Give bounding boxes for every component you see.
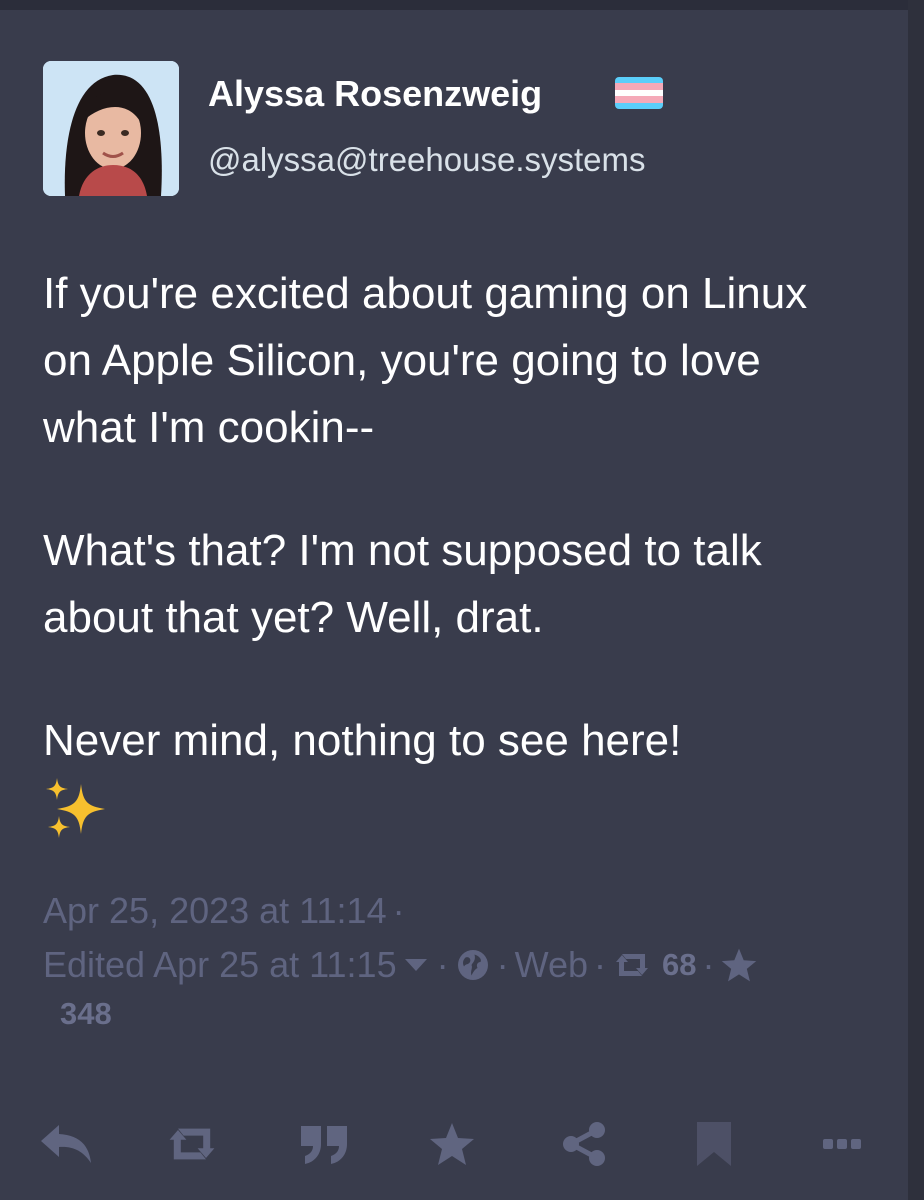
reply-icon <box>41 1125 91 1163</box>
boost-button[interactable] <box>162 1114 222 1174</box>
status-paragraph: Never mind, nothing to see here! <box>43 707 863 861</box>
separator: · <box>496 944 509 985</box>
separator: · <box>436 944 449 985</box>
share-icon <box>563 1122 605 1166</box>
star-icon <box>720 947 758 983</box>
display-name[interactable]: Alyssa Rosenzweig <box>208 72 542 116</box>
reply-button[interactable] <box>36 1114 96 1174</box>
quote-button[interactable] <box>294 1114 354 1174</box>
status-paragraph-text: Never mind, nothing to see here! <box>43 716 682 765</box>
globe-icon <box>455 947 491 983</box>
boost-icon <box>169 1128 215 1160</box>
trans-flag-emoji <box>615 77 663 109</box>
more-button[interactable] <box>812 1114 872 1174</box>
sparkles-emoji <box>43 776 863 861</box>
edited-label[interactable]: Edited Apr 25 at 11:15 <box>43 938 397 992</box>
bookmark-icon <box>697 1122 731 1166</box>
application-name[interactable]: Web <box>515 938 588 992</box>
more-icon <box>823 1139 861 1149</box>
favourite-icon <box>430 1123 474 1165</box>
top-border <box>0 0 924 10</box>
separator: · <box>702 944 715 985</box>
bookmark-button[interactable] <box>684 1114 744 1174</box>
account-handle[interactable]: @alyssa@treehouse.systems <box>208 140 646 180</box>
status-paragraph: If you're excited about gaming on Linux … <box>43 269 808 452</box>
reblog-count[interactable]: 68 <box>662 938 696 992</box>
post-timestamp[interactable]: Apr 25, 2023 at 11:14 <box>43 884 387 938</box>
separator: · <box>392 890 405 931</box>
status-meta: Apr 25, 2023 at 11:14 · Edited Apr 25 at… <box>43 884 883 1036</box>
separator: · <box>593 944 606 985</box>
favourite-count[interactable]: 348 <box>60 987 112 1041</box>
boost-icon <box>612 950 652 980</box>
share-button[interactable] <box>554 1114 614 1174</box>
status-paragraph: What's that? I'm not supposed to talk ab… <box>43 526 762 642</box>
status-detail: Alyssa Rosenzweig @alyssa@treehouse.syst… <box>0 10 908 1200</box>
scrollbar-track <box>908 0 924 1200</box>
quote-icon <box>301 1126 347 1164</box>
status-content: If you're excited about gaming on Linux … <box>43 260 863 861</box>
avatar[interactable] <box>43 61 179 196</box>
favourite-button[interactable] <box>422 1114 482 1174</box>
action-bar <box>36 1114 866 1174</box>
chevron-down-icon[interactable] <box>404 959 427 971</box>
